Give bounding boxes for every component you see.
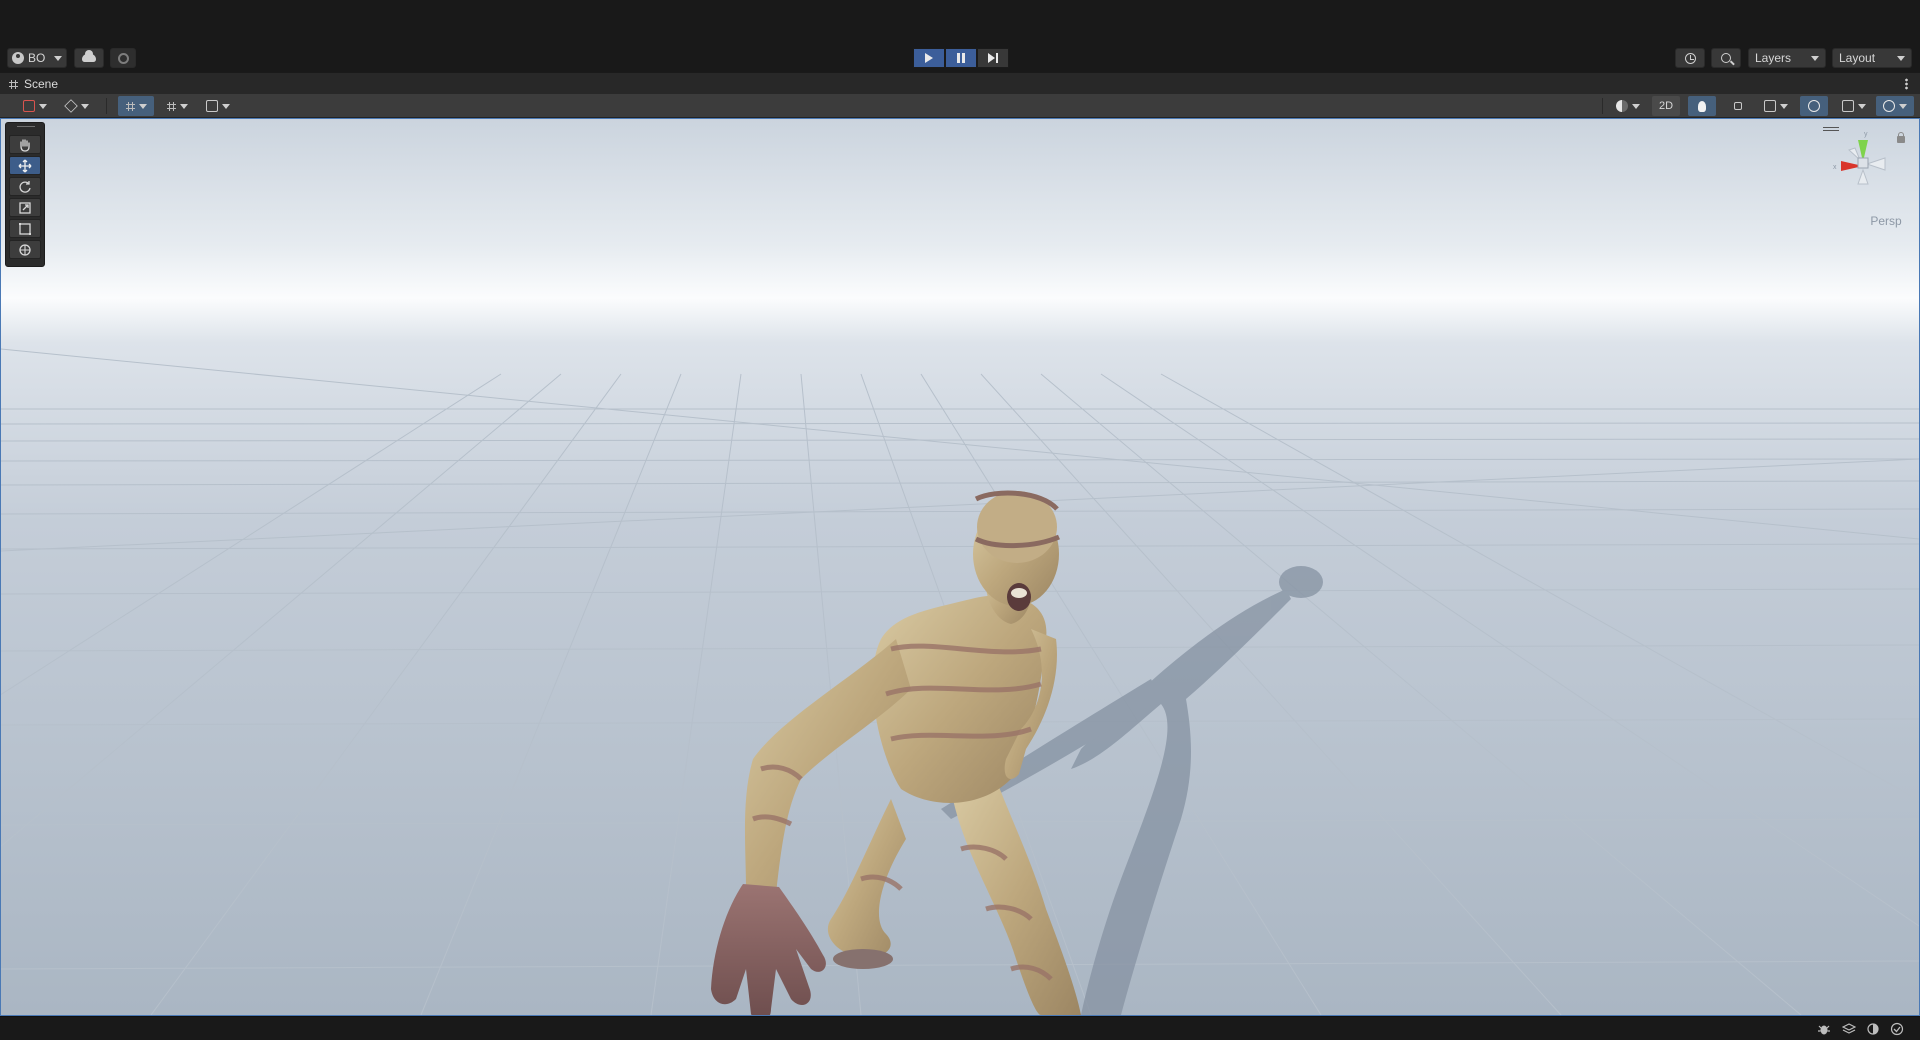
chevron-down-icon — [1897, 55, 1905, 61]
play-button[interactable] — [913, 48, 945, 68]
undo-history-button[interactable] — [1675, 48, 1705, 68]
chevron-down-icon — [1811, 55, 1819, 61]
layers-status-icon[interactable] — [1842, 1022, 1856, 1036]
projection-label[interactable]: Persp — [1813, 214, 1913, 228]
chevron-down-icon — [1780, 103, 1788, 109]
hand-icon — [20, 138, 30, 152]
rect-tool[interactable] — [9, 219, 41, 238]
move-tool[interactable] — [9, 156, 41, 175]
search-icon — [1721, 53, 1731, 63]
visibility-toggle[interactable] — [1800, 96, 1828, 116]
chevron-down-icon — [1899, 103, 1907, 109]
layers-label: Layers — [1755, 51, 1792, 65]
pause-button[interactable] — [945, 48, 977, 68]
snap-increment-dropdown[interactable] — [160, 96, 194, 116]
layers-dropdown[interactable]: Layers — [1748, 48, 1826, 68]
rect-icon — [19, 222, 31, 235]
scene-toolbar: 2D — [0, 94, 1920, 118]
move-icon — [18, 159, 32, 172]
chevron-down-icon — [222, 103, 230, 109]
bug-icon[interactable] — [1817, 1022, 1831, 1036]
layout-label: Layout — [1839, 51, 1876, 65]
grid-icon — [9, 79, 18, 89]
chevron-down-icon — [39, 103, 47, 109]
main-toolbar: BO Layers Layout — [0, 44, 1920, 72]
svg-text:x: x — [1833, 164, 1837, 171]
svg-text:y: y — [1864, 131, 1868, 138]
account-dropdown[interactable]: BO — [7, 48, 67, 68]
light-bulb-icon — [1698, 100, 1706, 112]
chevron-down-icon — [81, 103, 89, 109]
transform-tool[interactable] — [9, 240, 41, 259]
lighting-toggle[interactable] — [1688, 96, 1716, 116]
cloud-button[interactable] — [74, 48, 104, 68]
chevron-down-icon — [1632, 103, 1640, 109]
search-button[interactable] — [1711, 48, 1741, 68]
audio-toggle[interactable] — [1724, 96, 1752, 116]
step-icon — [988, 53, 998, 63]
play-icon — [925, 53, 933, 63]
divider — [106, 98, 107, 114]
scale-icon — [19, 201, 31, 214]
gizmo-icon — [1883, 100, 1895, 112]
scene-render — [1, 119, 1919, 1015]
divider — [1602, 98, 1603, 114]
hand-tool[interactable] — [9, 135, 41, 154]
orientation-gizmo[interactable]: y x Persp — [1813, 122, 1913, 232]
hidden-eye-icon — [1808, 100, 1820, 112]
rotate-tool[interactable] — [9, 177, 41, 196]
history-icon — [1684, 52, 1696, 64]
collab-button[interactable] — [110, 48, 136, 68]
effects-icon — [1764, 100, 1776, 112]
gizmos-dropdown[interactable] — [1876, 96, 1914, 116]
chevron-down-icon — [138, 103, 147, 109]
title-bar — [0, 0, 1920, 44]
shading-mode-dropdown[interactable] — [1610, 96, 1646, 116]
tool-palette — [5, 122, 45, 267]
light-status-icon[interactable] — [1866, 1022, 1880, 1036]
pause-icon — [957, 53, 965, 63]
scene-viewport[interactable]: y x Persp — [0, 118, 1920, 1016]
chevron-down-icon — [54, 55, 62, 61]
shading-icon — [1616, 100, 1628, 112]
more-options-icon[interactable] — [1905, 78, 1908, 90]
effects-dropdown[interactable] — [1758, 96, 1794, 116]
palette-grip[interactable] — [17, 126, 35, 127]
scale-tool[interactable] — [9, 198, 41, 217]
cloud-icon — [82, 50, 96, 62]
chevron-down-icon — [1858, 103, 1866, 109]
tab-scene[interactable]: Scene — [0, 73, 90, 95]
axis-gizmo-icon: y x — [1833, 131, 1886, 185]
snap-icon — [166, 101, 176, 111]
tool-handle-dropdown[interactable] — [18, 96, 52, 116]
collab-icon — [117, 52, 129, 64]
toggle-2d-label: 2D — [1658, 100, 1674, 112]
grid-snap-icon — [125, 101, 135, 111]
tab-scene-label: Scene — [24, 77, 59, 91]
cube-icon — [64, 99, 78, 113]
draw-mode-icon — [23, 100, 35, 112]
playmode-controls — [913, 48, 1009, 68]
chevron-down-icon — [179, 103, 188, 109]
audio-icon — [1734, 102, 1742, 110]
toggle-2d-button[interactable]: 2D — [1652, 96, 1680, 116]
account-icon — [12, 52, 24, 64]
pivot-dropdown[interactable] — [60, 96, 94, 116]
check-icon[interactable] — [1890, 1022, 1904, 1036]
account-label: BO — [28, 51, 46, 65]
status-bar — [0, 1016, 1920, 1040]
camera-icon — [1842, 100, 1854, 112]
grid-toggle[interactable] — [118, 96, 154, 116]
rotate-icon — [19, 180, 31, 193]
camera-dropdown[interactable] — [1836, 96, 1872, 116]
step-button[interactable] — [977, 48, 1009, 68]
align-dropdown[interactable] — [200, 96, 236, 116]
transform-icon — [19, 243, 31, 256]
layout-dropdown[interactable]: Layout — [1832, 48, 1912, 68]
align-icon — [206, 100, 218, 112]
scene-tab-bar: Scene — [0, 72, 1920, 94]
